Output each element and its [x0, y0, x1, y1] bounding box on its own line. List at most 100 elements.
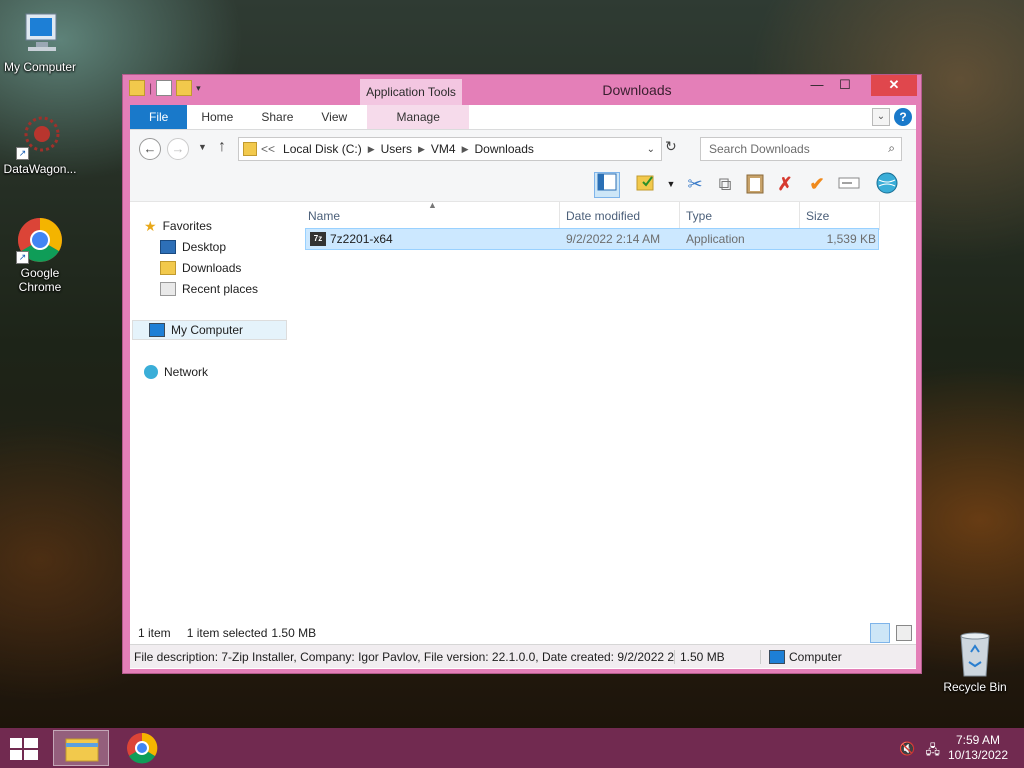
recent-locations-dropdown-icon[interactable]: ▼ — [198, 142, 207, 152]
taskbar: 🔇 🖧 7:59 AM 10/13/2022 — [0, 728, 1024, 768]
copy-icon[interactable]: ⧉ — [712, 172, 738, 198]
network-status-icon[interactable]: 🖧 — [926, 741, 941, 763]
paste-icon[interactable] — [742, 172, 768, 198]
up-arrow-icon[interactable]: ↑ — [218, 138, 226, 156]
ribbon-tabs: File Home Share View Manage ⌄ ? — [130, 105, 916, 129]
selection-status: 1 item selected — [186, 626, 268, 640]
computer-icon — [769, 649, 785, 664]
chevron-down-icon[interactable]: ▼ — [658, 172, 684, 198]
chevron-right-icon[interactable]: ▶ — [366, 144, 377, 155]
computer-icon — [149, 323, 165, 337]
column-header-type[interactable]: Type — [680, 202, 800, 230]
delete-icon[interactable]: ✗ — [772, 172, 798, 198]
file-description: File description: 7-Zip Installer, Compa… — [134, 649, 674, 664]
nav-item-desktop[interactable]: Desktop — [160, 237, 306, 257]
forward-button[interactable]: → — [167, 138, 189, 160]
file-list: ▲ Name Date modified Type Size 7z 7z2201… — [302, 200, 916, 622]
tab-home[interactable]: Home — [187, 105, 247, 129]
nav-item-network[interactable]: Network — [144, 362, 290, 382]
nav-favorites[interactable]: ★ Favorites — [144, 216, 290, 236]
globe-icon[interactable] — [874, 172, 900, 198]
nav-label: Desktop — [182, 240, 227, 254]
folder-options-icon[interactable] — [632, 172, 658, 198]
desktop-icon-label: My Computer — [3, 60, 77, 74]
file-size: 1,539 KB — [826, 232, 876, 246]
start-button[interactable] — [10, 738, 38, 760]
tab-manage[interactable]: Manage — [367, 105, 470, 129]
downloads-folder-icon — [160, 261, 176, 275]
preview-pane-icon[interactable] — [594, 172, 620, 198]
computer-icon — [16, 10, 64, 58]
column-header-name[interactable]: Name — [302, 202, 560, 230]
nav-item-my-computer[interactable]: My Computer — [132, 320, 287, 340]
chevron-right-icon[interactable]: ▶ — [460, 144, 471, 155]
breadcrumb-local-disk[interactable]: Local Disk (C:) — [279, 142, 366, 156]
windows-logo-icon — [10, 738, 38, 760]
item-count: 1 item — [138, 626, 171, 640]
breadcrumb-overflow[interactable]: << — [257, 142, 279, 156]
search-input[interactable]: Search Downloads ⌕ — [700, 137, 902, 161]
expand-ribbon-icon[interactable]: ⌄ — [872, 108, 890, 126]
shortcut-arrow-icon: ↗ — [16, 147, 29, 160]
close-button[interactable]: ✕ — [871, 75, 917, 96]
shortcut-arrow-icon: ↗ — [16, 251, 29, 264]
file-explorer-icon — [65, 738, 99, 762]
datawagon-icon: ↗ — [16, 112, 64, 160]
selection-size: 1.50 MB — [271, 626, 317, 640]
folder-icon — [243, 142, 257, 156]
toolbar: ▼ ✂ ⧉ ✗ ✔ — [130, 168, 916, 202]
desktop-icon-google-chrome[interactable]: ↗ Google Chrome — [0, 216, 80, 294]
back-button[interactable]: ← — [139, 138, 161, 160]
window-title: Downloads — [602, 82, 672, 98]
refresh-icon[interactable]: ↻ — [665, 138, 677, 155]
taskbar-file-explorer[interactable] — [53, 730, 109, 766]
clock-time: 7:59 AM — [955, 733, 1000, 747]
tab-share[interactable]: Share — [247, 105, 307, 129]
minimize-button[interactable]: — — [803, 75, 831, 96]
clock[interactable]: 7:59 AM 10/13/2022 — [948, 733, 1008, 763]
checkmark-icon[interactable]: ✔ — [804, 172, 830, 198]
nav-item-downloads[interactable]: Downloads — [160, 258, 306, 278]
search-icon: ⌕ — [888, 141, 895, 155]
large-icons-view-icon[interactable] — [896, 625, 912, 641]
rename-icon[interactable] — [836, 172, 862, 198]
title-bar[interactable]: | ▾ Application Tools Downloads — ☐ ✕ — [123, 75, 921, 105]
breadcrumb-users[interactable]: Users — [377, 142, 416, 156]
navigation-pane: ★ Favorites Desktop Downloads Recent pla… — [130, 202, 290, 622]
details-size: 1.50 MB — [674, 649, 760, 664]
recycle-bin-icon — [951, 630, 999, 678]
column-header-date-modified[interactable]: Date modified — [560, 202, 680, 230]
file-type: Application — [686, 232, 745, 246]
desktop-icon-label: DataWagon... — [3, 162, 77, 176]
breadcrumb-vm4[interactable]: VM4 — [427, 142, 460, 156]
file-date: 9/2/2022 2:14 AM — [566, 232, 661, 246]
nav-label: Network — [164, 365, 209, 379]
explorer-content: ← → ▼ ↑ << Local Disk (C:) ▶ Users ▶ VM4… — [130, 129, 916, 669]
volume-muted-icon[interactable]: 🔇 — [899, 741, 915, 763]
chrome-icon: ↗ — [16, 216, 64, 264]
maximize-button[interactable]: ☐ — [831, 75, 859, 96]
breadcrumb-downloads[interactable]: Downloads — [471, 142, 538, 156]
desktop-icon-label: Recycle Bin — [943, 680, 1007, 694]
taskbar-chrome[interactable] — [114, 730, 170, 766]
desktop-icon-datawagon[interactable]: ↗ DataWagon... — [0, 112, 80, 176]
desktop-icon — [160, 240, 176, 254]
help-icon[interactable]: ? — [894, 108, 912, 126]
address-bar[interactable]: << Local Disk (C:) ▶ Users ▶ VM4 ▶ Downl… — [238, 137, 662, 161]
desktop-icon-recycle-bin[interactable]: Recycle Bin — [935, 630, 1015, 694]
recent-places-icon — [160, 282, 176, 296]
chevron-right-icon[interactable]: ▶ — [416, 144, 427, 155]
cut-icon[interactable]: ✂ — [682, 172, 708, 198]
column-header-size[interactable]: Size — [800, 202, 880, 230]
table-row[interactable]: 7z 7z2201-x64 9/2/2022 2:14 AM Applicati… — [305, 228, 879, 250]
desktop-icon-my-computer[interactable]: My Computer — [0, 10, 80, 74]
chrome-icon — [127, 732, 158, 764]
star-icon: ★ — [144, 218, 157, 234]
location-label: Computer — [789, 649, 842, 664]
tab-view[interactable]: View — [307, 105, 361, 129]
tab-file[interactable]: File — [130, 105, 188, 129]
7zip-app-icon: 7z — [310, 232, 326, 246]
address-dropdown-icon[interactable]: ⌄ — [647, 144, 661, 155]
details-view-icon[interactable] — [870, 623, 890, 643]
nav-item-recent-places[interactable]: Recent places — [160, 279, 306, 299]
